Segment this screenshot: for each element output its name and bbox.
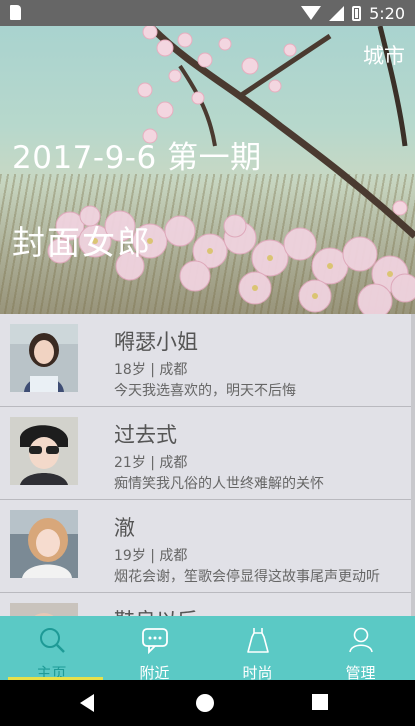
avatar (10, 417, 78, 485)
system-nav-bar (0, 680, 415, 726)
profile-name: 鞋良以后 (114, 605, 198, 616)
status-time: 5:20 (369, 3, 405, 23)
tab-home[interactable]: 主页 (0, 616, 103, 682)
city-button[interactable]: 城市 (363, 40, 405, 70)
profile-motto: 今天我选喜欢的，明天不后悔 (114, 383, 296, 399)
person-icon (349, 627, 373, 653)
wifi-icon (301, 6, 322, 20)
issue-date: 2017-9-6 第一期 (12, 140, 262, 176)
tab-fashion[interactable]: 时尚 (206, 616, 309, 682)
home-icon[interactable] (196, 694, 214, 712)
search-icon (40, 628, 65, 653)
chat-bubble-icon (142, 628, 168, 654)
list-item[interactable]: 嘚瑟小姐 18岁 | 成都 今天我选喜欢的，明天不后悔 (0, 314, 411, 407)
recent-apps-icon[interactable] (312, 694, 328, 710)
signal-icon (329, 5, 345, 21)
banner-title: 封面女郎 (12, 223, 152, 262)
list-item[interactable]: 澈 19岁 | 成都 烟花会谢，笙歌会停显得这故事尾声更动听 (0, 500, 411, 593)
profile-motto: 烟花会谢，笙歌会停显得这故事尾声更动听 (114, 569, 380, 585)
profile-list[interactable]: 嘚瑟小姐 18岁 | 成都 今天我选喜欢的，明天不后悔 过去式 21岁 | 成都… (0, 314, 411, 616)
profile-name: 澈 (114, 516, 135, 540)
list-item[interactable]: 过去式 21岁 | 成都 痴情笑我凡俗的人世终难解的关怀 (0, 407, 411, 500)
tab-nearby[interactable]: 附近 (103, 616, 206, 682)
bottom-tab-bar: 主页 附近 时尚 管理 (0, 616, 415, 682)
profile-motto: 痴情笑我凡俗的人世终难解的关怀 (114, 476, 324, 492)
profile-meta: 18岁 | 成都 (114, 362, 188, 378)
sd-card-icon (10, 5, 21, 20)
profile-meta: 19岁 | 成都 (114, 548, 188, 564)
profile-name: 过去式 (114, 423, 177, 447)
tab-manage[interactable]: 管理 (309, 616, 412, 682)
back-icon[interactable] (80, 694, 94, 712)
profile-meta: 21岁 | 成都 (114, 455, 188, 471)
cover-banner[interactable]: 城市 2017-9-6 第一期 封面女郎 (0, 26, 415, 314)
profile-name: 嘚瑟小姐 (114, 330, 198, 354)
list-scrollbar[interactable] (411, 314, 415, 616)
avatar (10, 324, 78, 392)
battery-icon (352, 5, 362, 21)
dress-icon (247, 628, 269, 653)
list-item[interactable]: 鞋良以后 (0, 593, 411, 616)
avatar (10, 510, 78, 578)
avatar (10, 603, 78, 616)
status-bar: 5:20 (0, 0, 415, 26)
